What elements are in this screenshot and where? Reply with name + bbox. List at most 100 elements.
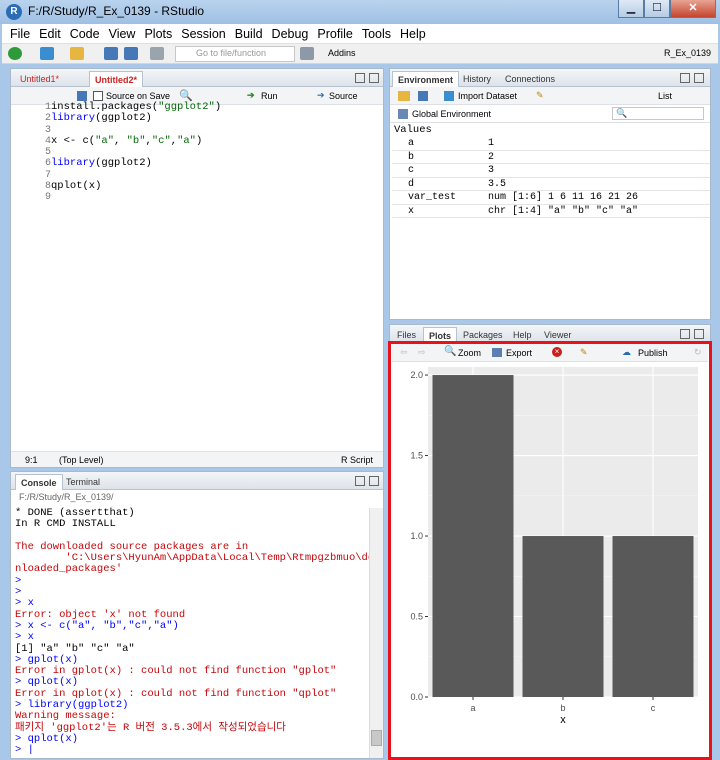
plots-pane: Files Plots Packages Help Viewer ⇦ ⇨ 🔍 Z…	[388, 324, 712, 760]
save-icon[interactable]	[77, 91, 87, 101]
menu-code[interactable]: Code	[62, 24, 100, 41]
console-tabs: Console Terminal	[11, 472, 383, 490]
main-toolbar: Go to file/function Addins R_Ex_0139	[2, 44, 718, 64]
project-menu[interactable]: R_Ex_0139	[664, 48, 711, 58]
minimize-button[interactable]: ▁	[618, 0, 644, 18]
menu-profile[interactable]: Profile	[309, 24, 352, 41]
refresh-icon[interactable]: ↻	[694, 347, 702, 358]
menu-debug[interactable]: Debug	[264, 24, 309, 41]
line-number: 5	[44, 147, 51, 159]
env-row[interactable]: b2	[392, 151, 710, 164]
bar-b	[522, 536, 604, 697]
minimize-pane-icon[interactable]	[680, 73, 690, 83]
forward-arrow-icon[interactable]: ⇨	[418, 347, 426, 358]
remove-plot-icon[interactable]: ×	[552, 347, 562, 357]
y-tick-label: 1.5	[410, 451, 423, 461]
scrollbar-thumb[interactable]	[371, 730, 382, 746]
broom-icon[interactable]: ✎	[580, 347, 588, 358]
bar-c	[612, 536, 694, 697]
menu-plots[interactable]: Plots	[136, 24, 172, 41]
line-number: 8	[44, 181, 51, 193]
open-file-icon[interactable]	[70, 47, 84, 60]
maximize-pane-icon[interactable]	[369, 73, 379, 83]
run-button[interactable]: Run	[261, 91, 278, 101]
run-arrow-icon: ➔	[247, 90, 255, 100]
code-line[interactable]: library(ggplot2)	[51, 158, 221, 170]
bar-a	[432, 375, 514, 697]
tab-console[interactable]: Console	[15, 474, 63, 490]
code-area[interactable]: install.packages("ggplot2") library(ggplo…	[51, 101, 221, 204]
save-workspace-icon[interactable]	[418, 91, 428, 101]
back-arrow-icon[interactable]: ⇦	[400, 347, 408, 358]
title-bar: R F:/R/Study/R_Ex_0139 - RStudio ▁ ☐ ✕	[0, 0, 720, 24]
save-icon[interactable]	[104, 47, 118, 60]
env-row[interactable]: x chr [1:4] "a" "b" "c" "a"	[392, 205, 710, 218]
console-scrollbar[interactable]	[369, 508, 383, 758]
tab-history[interactable]: History	[458, 71, 496, 87]
source-on-save-checkbox[interactable]	[93, 91, 103, 101]
tab-terminal[interactable]: Terminal	[61, 474, 105, 490]
grid-layout-icon[interactable]	[300, 47, 314, 60]
maximize-pane-icon[interactable]	[694, 329, 704, 339]
code-line[interactable]: qplot(x)	[51, 180, 221, 192]
addins-menu[interactable]: Addins	[328, 48, 356, 58]
line-numbers: 123456789	[11, 102, 51, 204]
console-line: In R CMD INSTALL	[15, 518, 116, 531]
close-button[interactable]: ✕	[670, 0, 716, 18]
menu-edit[interactable]: Edit	[31, 24, 61, 41]
env-name: c	[408, 165, 415, 176]
source-button[interactable]: Source	[329, 91, 358, 101]
environment-icon	[398, 109, 408, 119]
global-environment-selector[interactable]: Global Environment	[412, 109, 491, 119]
list-view-selector[interactable]: List	[658, 91, 672, 101]
console-output[interactable]: * DONE (assertthat) In R CMD INSTALL The d…	[15, 507, 380, 757]
tab-environment[interactable]: Environment	[392, 71, 460, 87]
goto-file-input[interactable]: Go to file/function	[175, 46, 295, 62]
menu-file[interactable]: File	[2, 24, 30, 41]
console-line: > x	[15, 597, 34, 610]
new-project-icon[interactable]	[40, 47, 54, 60]
print-icon[interactable]	[150, 47, 164, 60]
env-value: 1	[488, 138, 495, 149]
code-line[interactable]: x <- c("a", "b","c","a")	[51, 135, 221, 147]
menu-help[interactable]: Help	[392, 24, 426, 41]
menu-tools[interactable]: Tools	[354, 24, 391, 41]
save-all-icon[interactable]	[124, 47, 138, 60]
minimize-pane-icon[interactable]	[680, 329, 690, 339]
file-type-selector[interactable]: R Script	[341, 455, 373, 465]
code-line[interactable]: library(ggplot2)	[51, 112, 221, 124]
env-row[interactable]: c3	[392, 164, 710, 178]
plots-toolbar: ⇦ ⇨ 🔍 Zoom Export × ✎ ☁ Publish ↻	[392, 344, 708, 362]
import-dataset-button[interactable]: Import Dataset	[458, 91, 517, 101]
tab-untitled2[interactable]: Untitled2*	[89, 71, 144, 87]
menu-view[interactable]: View	[101, 24, 136, 41]
export-menu[interactable]: Export	[506, 348, 532, 358]
env-row[interactable]: var_test num [1:6] 1 6 11 16 21 26	[392, 191, 710, 205]
code-line[interactable]	[51, 192, 221, 203]
maximize-button[interactable]: ☐	[644, 0, 670, 18]
x-tick-label: c	[651, 703, 656, 713]
env-row[interactable]: a1	[392, 137, 710, 151]
menu-build[interactable]: Build	[227, 24, 263, 41]
env-value: 2	[488, 151, 495, 163]
load-workspace-icon[interactable]	[398, 91, 410, 101]
zoom-button[interactable]: Zoom	[458, 348, 481, 358]
scope-selector[interactable]: (Top Level)	[59, 455, 104, 465]
tab-untitled1[interactable]: Untitled1*	[15, 71, 64, 87]
x-tick-label: b	[560, 703, 565, 713]
console-line: >	[15, 574, 22, 587]
maximize-pane-icon[interactable]	[369, 476, 379, 486]
line-number: 9	[44, 192, 51, 204]
menu-session[interactable]: Session	[173, 24, 225, 41]
minimize-pane-icon[interactable]	[355, 476, 365, 486]
environment-search-input[interactable]: 🔍	[612, 107, 704, 120]
minimize-pane-icon[interactable]	[355, 73, 365, 83]
env-row[interactable]: d 3.5	[392, 178, 710, 191]
maximize-pane-icon[interactable]	[694, 73, 704, 83]
tab-connections[interactable]: Connections	[500, 71, 560, 87]
line-number: 4	[44, 135, 51, 147]
broom-icon[interactable]: ✎	[536, 90, 544, 101]
publish-button[interactable]: Publish	[638, 348, 668, 358]
new-file-icon[interactable]	[8, 47, 22, 60]
scope-bar: Global Environment 🔍	[390, 105, 710, 123]
